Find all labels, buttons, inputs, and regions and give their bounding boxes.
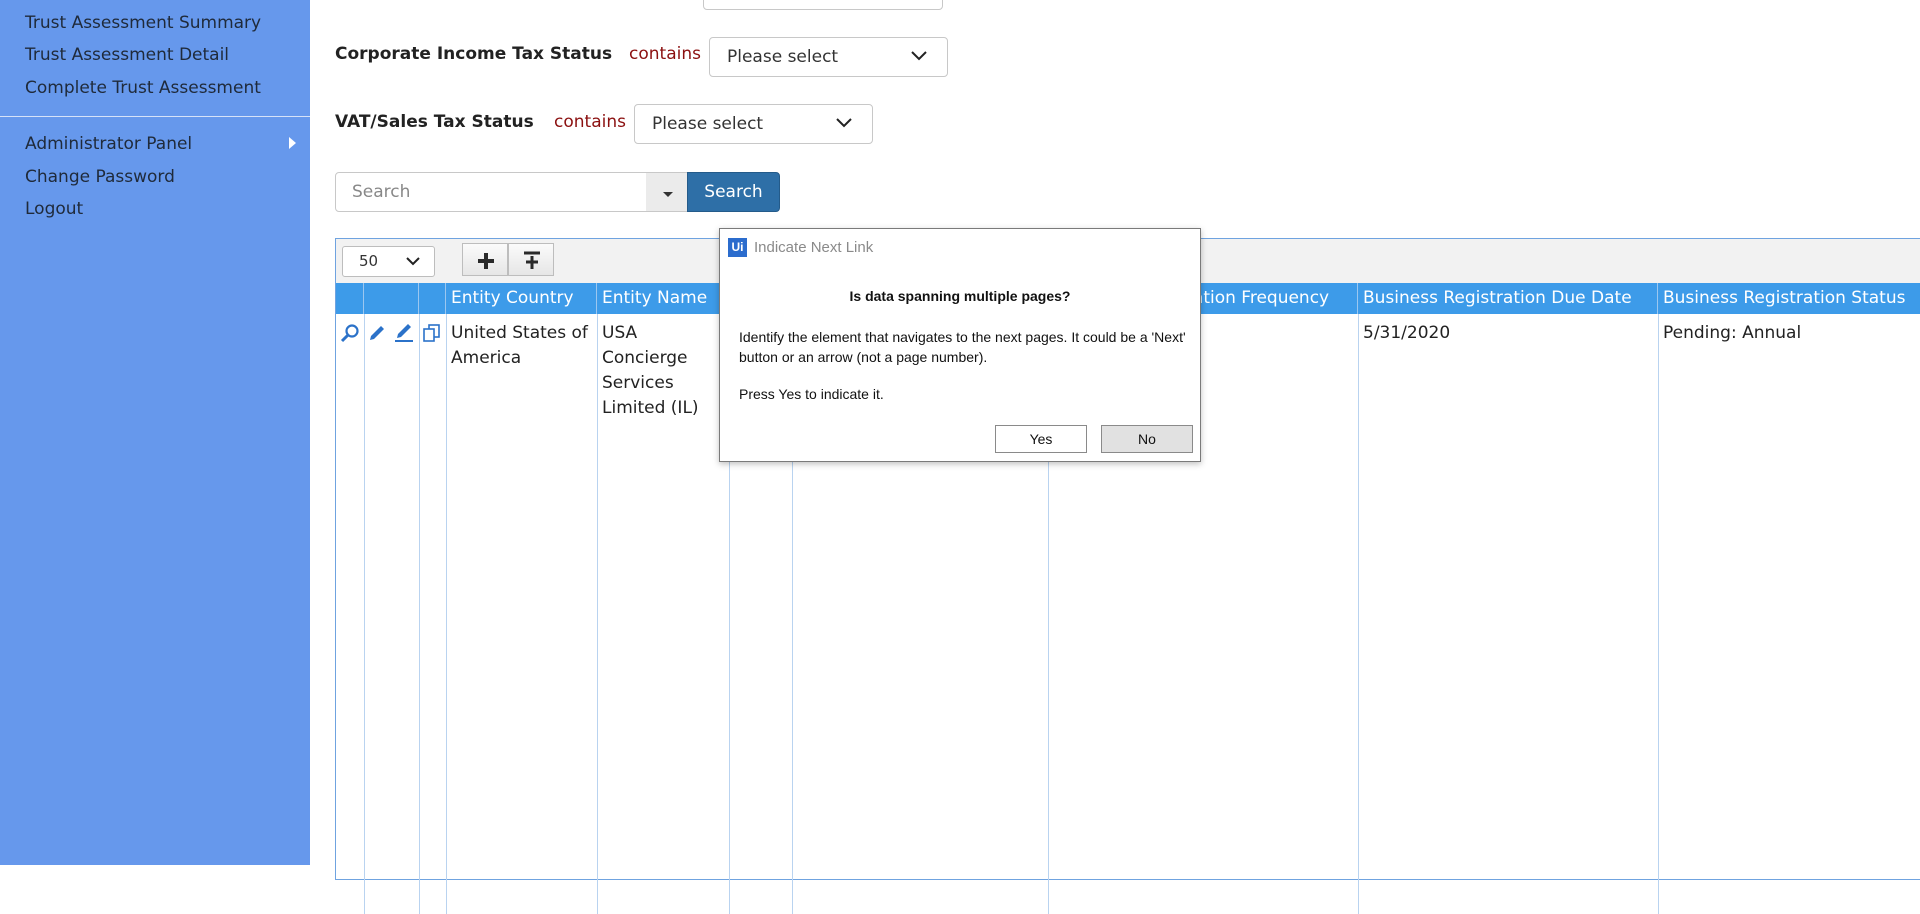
plus-icon [478,253,494,269]
column-header-entity-name[interactable]: Entity Name [597,283,729,314]
column-header [336,283,364,314]
copy-icon[interactable] [422,323,442,343]
upload-icon [524,251,540,269]
column-header-registration-due-date[interactable]: Business Registration Due Date [1358,283,1658,314]
dialog-question: Is data spanning multiple pages? [849,288,1071,304]
inline-edit-icon[interactable] [394,323,414,343]
sidebar-item-change-password[interactable]: Change Password [25,167,175,187]
page-size-value: 50 [359,252,379,270]
column-header-entity-country[interactable]: Entity Country [446,283,597,314]
search-options-dropdown[interactable] [646,172,688,212]
search-input[interactable] [335,172,647,212]
sidebar-item-trust-assessment-detail[interactable]: Trust Assessment Detail [25,45,229,65]
uipath-logo-icon: Ui [728,238,747,257]
vat-tax-status-select[interactable]: Please select [634,104,873,144]
sidebar-item-complete-trust-assessment[interactable]: Complete Trust Assessment [25,78,261,98]
search-button[interactable]: Search [687,172,780,212]
column-header [419,283,446,314]
caret-down-icon [663,192,673,197]
yes-button[interactable]: Yes [995,425,1087,453]
sidebar-item-administrator-panel[interactable]: Administrator Panel [25,134,192,154]
cell-due-date: 5/31/2020 [1363,323,1451,343]
edit-icon[interactable] [367,323,387,343]
column-divider [419,314,420,914]
submenu-arrow-icon [289,137,296,149]
view-details-icon[interactable] [340,323,360,343]
sidebar-divider [0,116,310,117]
filter-select-partial[interactable] [703,0,943,10]
dialog-title: Indicate Next Link [754,239,874,256]
column-divider [597,314,598,914]
sidebar-item-logout[interactable]: Logout [25,199,83,219]
vat-tax-filter-label: VAT/Sales Tax Status [335,112,534,132]
corporate-tax-status-select[interactable]: Please select [709,37,948,77]
chevron-down-icon [836,118,852,128]
corporate-tax-filter-operator: contains [629,44,701,64]
column-divider [1358,314,1359,914]
cell-registration-status: Pending: Annual [1663,323,1802,343]
no-button[interactable]: No [1101,425,1193,453]
column-divider [1658,314,1659,914]
corporate-tax-filter-label: Corporate Income Tax Status [335,44,613,64]
vat-tax-filter-operator: contains [554,112,626,132]
column-header-registration-status[interactable]: Business Registration Status [1658,283,1920,314]
dialog-instruction: Press Yes to indicate it. [739,386,884,402]
sidebar: Trust Assessment Summary Trust Assessmen… [0,0,310,865]
corporate-tax-status-value: Please select [727,47,839,67]
cell-entity-country: United States of America [451,323,588,368]
import-button[interactable] [508,243,554,276]
sidebar-item-trust-assessment-summary[interactable]: Trust Assessment Summary [25,13,261,33]
page-size-select[interactable]: 50 [342,246,435,277]
dialog-body-text: Identify the element that navigates to t… [739,329,1186,365]
vat-tax-status-value: Please select [652,114,764,134]
column-divider [446,314,447,914]
chevron-down-icon [406,257,420,266]
column-header [364,283,419,314]
column-divider [364,314,365,914]
cell-entity-name: USA Concierge Services Limited (IL) [602,323,699,418]
add-record-button[interactable] [462,243,508,276]
chevron-down-icon [911,51,927,61]
indicate-next-link-dialog: Ui Indicate Next Link Is data spanning m… [719,228,1201,462]
